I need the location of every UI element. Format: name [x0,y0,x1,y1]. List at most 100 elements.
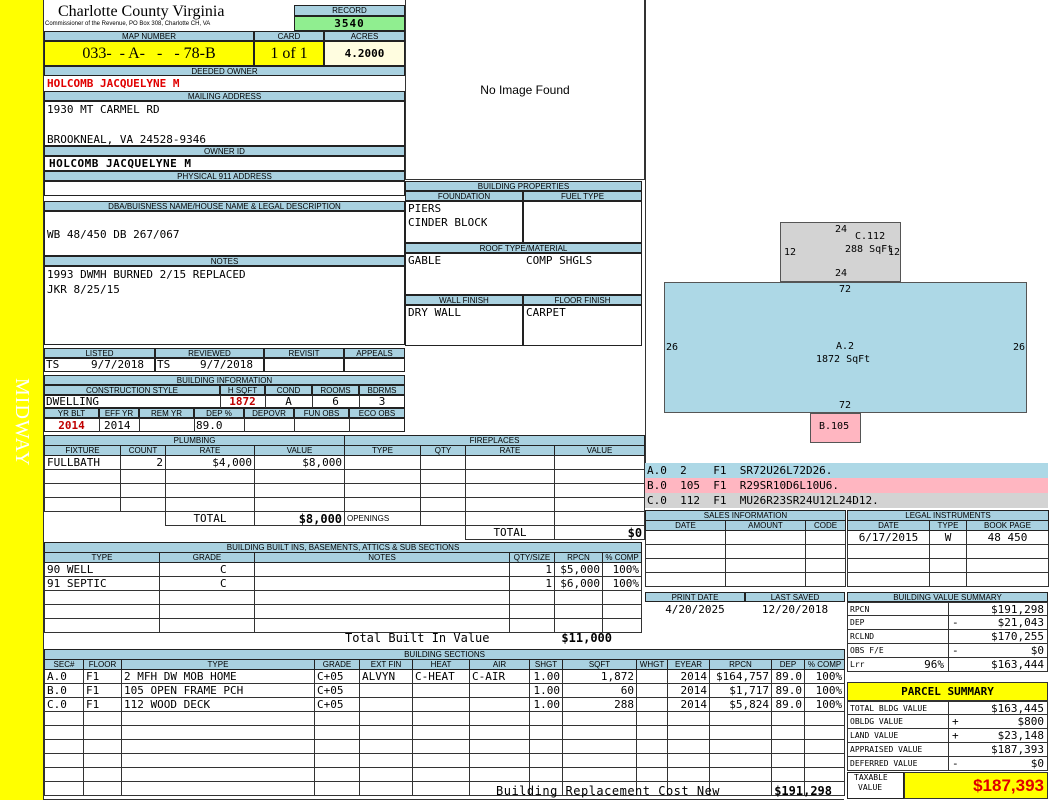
physical-address-box [44,181,405,196]
building-sections-col: AIR [469,659,530,670]
table-row: A.0 F1 2 MFH DW MOB HOME C+05 ALVYN C-HEAT C-A… [44,669,846,684]
building-section-cell [469,683,530,698]
table-row [44,604,643,619]
summary-row-value: $163,445 [991,702,1044,715]
sales-col-amount: AMOUNT [725,520,806,531]
building-sections-col: EXT FIN [359,659,413,670]
fireplaces-openings-label: OPENINGS [344,511,421,526]
plumbing-total: $8,000 [253,511,346,526]
building-section-cell: 89.0 [771,697,805,712]
county-title: Charlotte County Virginia [58,3,225,20]
summary-row-value: $0 [1030,644,1044,657]
summary-row-label: OBLDG VALUE [850,717,903,726]
table-row [847,558,1050,573]
sketch-c-top: 24 [835,224,848,235]
built-ins-col-comp: % COMP [601,552,643,563]
summary-row: DEFERRED VALUE - $0 [847,757,1048,771]
sketch-a-bottom: 72 [839,400,852,411]
sketch-a-top: 72 [839,284,852,295]
listed-label: LISTED [44,348,155,358]
built-ins-col-qty: QTY/SIZE [509,552,555,563]
built-in-notes [254,562,510,577]
foundation-value-2: CINDER BLOCK [408,216,488,229]
built-in-grade: C [159,576,255,591]
construction-style-value: DWELLING [46,395,99,408]
built-in-qty: 1 [509,576,555,591]
summary-row-sign: + [952,729,959,742]
building-section-cell [636,697,668,712]
summary-row-sign: + [952,715,959,728]
building-section-cell [469,697,530,712]
legal-label: DBA/BUISNESS NAME/HOUSE NAME & LEGAL DES… [44,201,405,211]
sketch-c-left: 12 [784,247,797,258]
sales-title: SALES INFORMATION [645,510,846,521]
wall-finish-label: WALL FINISH [405,295,523,305]
hsqft-label: H SQFT [220,385,265,395]
effyr-label: EFF YR [99,408,139,418]
summary-row-label: RCLND [850,632,875,641]
building-section-cell: 288 [562,697,637,712]
built-in-notes [254,576,510,591]
building-section-cell [359,697,413,712]
taxable-value: $187,393 [904,772,1048,799]
fireplaces-total-row: TOTAL $0 [345,525,646,540]
summary-row-label: Lrr [850,660,865,669]
table-row [847,544,1050,559]
summary-row: RPCN $191,298 [847,602,1048,616]
reviewed-by: TS [157,358,171,371]
table-row [44,767,846,782]
table-row [44,725,846,740]
mailing-address-line1: 1930 MT CARMEL RD [47,103,160,116]
summary-row-pct: 96% [924,658,944,671]
building-sections-col: % COMP [803,659,846,670]
built-ins-col-type: TYPE [44,552,160,563]
table-row [44,590,643,605]
built-ins-total: $11,000 [561,632,612,645]
remyr-label: REM YR [139,408,194,418]
fireplaces-col-type: TYPE [344,445,421,456]
plumbing-col-fixture: FIXTURE [44,445,121,456]
building-section-cell: 89.0 [771,683,805,698]
print-date-value: 4/20/2025 [665,603,725,616]
legal-instruments-title: LEGAL INSTRUMENTS [846,510,1050,521]
summary-row-sign: - [952,644,959,657]
roof-type-value: GABLE [408,254,442,267]
roof-material-value: COMP SHGLS [526,254,593,267]
record-number: 3540 [294,16,405,31]
plumbing-value: $8,000 [253,455,346,470]
summary-divider [948,616,949,629]
table-row [344,497,646,512]
built-in-comp: 100% [601,576,643,591]
summary-divider [948,644,949,657]
summary-divider [948,702,949,715]
plumbing-rate: $4,000 [165,455,255,470]
fireplaces-col-qty: QTY [420,445,466,456]
legal-value: WB 48/450 DB 267/067 [47,228,180,241]
wall-finish-value: DRY WALL [408,306,461,319]
legal-instruments-table: LEGAL INSTRUMENTS DATE TYPE BOOK PAGE 6/… [846,510,1050,587]
deeded-owner-value: HOLCOMB JACQUELYNE M [47,77,180,90]
taxable-label-2: VALUE [858,783,883,792]
parcel-summary: TOTAL BLDG VALUE $163,445 OBLDG VALUE + $800… [847,701,1048,771]
summary-row-label: LAND VALUE [850,731,899,740]
summary-row-label: OBS F/E [850,646,884,655]
summary-divider [948,757,949,770]
summary-row-value: $21,043 [997,616,1044,629]
plumbing-col-value: VALUE [253,445,346,456]
table-row [344,455,646,470]
building-sections-col: GRADE [314,659,360,670]
cond-value: A [285,395,292,408]
bdrms-label: BDRMS [359,385,405,395]
summary-row: OBS F/E - $0 [847,644,1048,658]
building-sections-col: FLOOR [83,659,122,670]
table-row: FULLBATH 2 $4,000 $8,000 [44,455,346,470]
taxable-label-1: TAXABLE [854,773,888,782]
building-section-cell: 1,872 [562,669,637,684]
bi-divider [194,418,195,432]
map-number-label: MAP NUMBER [44,31,254,41]
construction-style-label: CONSTRUCTION STYLE [44,385,220,395]
summary-row-label: DEFERRED VALUE [850,759,918,768]
fireplaces-col-rate: RATE [465,445,555,456]
building-value-summary: RPCN $191,298 DEP - $21,043 RCLND $170,255 OBS … [847,602,1048,672]
plumbing-title: PLUMBING [43,435,346,446]
